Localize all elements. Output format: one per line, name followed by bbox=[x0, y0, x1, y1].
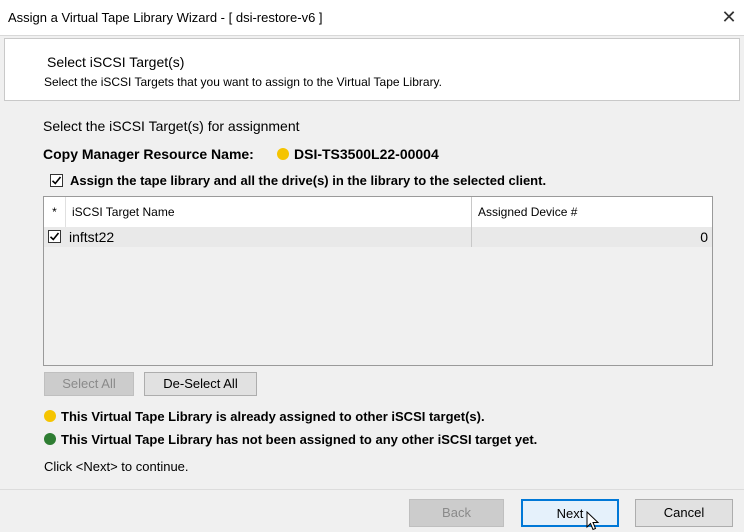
yellow-status-dot-icon bbox=[44, 410, 56, 422]
assign-all-checkbox[interactable] bbox=[50, 174, 63, 187]
step-title: Select iSCSI Target(s) bbox=[47, 54, 185, 70]
next-button[interactable]: Next bbox=[521, 499, 619, 527]
close-icon[interactable]: ✕ bbox=[718, 6, 740, 28]
back-button[interactable]: Back bbox=[409, 499, 504, 527]
wizard-body: Select the iSCSI Target(s) for assignmen… bbox=[4, 101, 740, 489]
iscsi-target-table: * iSCSI Target Name Assigned Device # in… bbox=[43, 196, 713, 366]
table-header: * iSCSI Target Name Assigned Device # bbox=[44, 197, 712, 228]
assign-all-label: Assign the tape library and all the driv… bbox=[70, 173, 547, 188]
row-checkbox[interactable] bbox=[48, 230, 61, 243]
title-bar: Assign a Virtual Tape Library Wizard - [… bbox=[0, 0, 744, 36]
deselect-all-button[interactable]: De-Select All bbox=[144, 372, 257, 396]
wizard-header: Select iSCSI Target(s) Select the iSCSI … bbox=[4, 38, 740, 101]
legend-assigned: This Virtual Tape Library is already ass… bbox=[61, 409, 485, 424]
cancel-button[interactable]: Cancel bbox=[635, 499, 733, 527]
assigned-device-cell: 0 bbox=[700, 229, 708, 245]
continue-hint: Click <Next> to continue. bbox=[44, 459, 189, 474]
select-all-button[interactable]: Select All bbox=[44, 372, 134, 396]
checkmark-icon bbox=[49, 232, 60, 241]
mouse-pointer-icon bbox=[586, 511, 600, 531]
step-subtitle: Select the iSCSI Targets that you want t… bbox=[44, 75, 443, 89]
column-header-select[interactable]: * bbox=[44, 197, 66, 227]
resource-name: DSI-TS3500L22-00004 bbox=[294, 146, 439, 162]
checkmark-icon bbox=[51, 176, 62, 185]
table-row[interactable]: inftst22 0 bbox=[44, 227, 712, 247]
legend-not-assigned: This Virtual Tape Library has not been a… bbox=[61, 432, 538, 447]
yellow-status-dot-icon bbox=[277, 148, 289, 160]
green-status-dot-icon bbox=[44, 433, 56, 445]
instruction-text: Select the iSCSI Target(s) for assignmen… bbox=[43, 118, 300, 134]
wizard-footer: Back Next Cancel bbox=[0, 489, 744, 532]
target-name-cell: inftst22 bbox=[66, 227, 472, 247]
column-header-assigned-device[interactable]: Assigned Device # bbox=[472, 197, 712, 227]
resource-label: Copy Manager Resource Name: bbox=[43, 146, 254, 162]
column-header-target-name[interactable]: iSCSI Target Name bbox=[66, 197, 472, 227]
window-title: Assign a Virtual Tape Library Wizard - [… bbox=[8, 10, 323, 25]
